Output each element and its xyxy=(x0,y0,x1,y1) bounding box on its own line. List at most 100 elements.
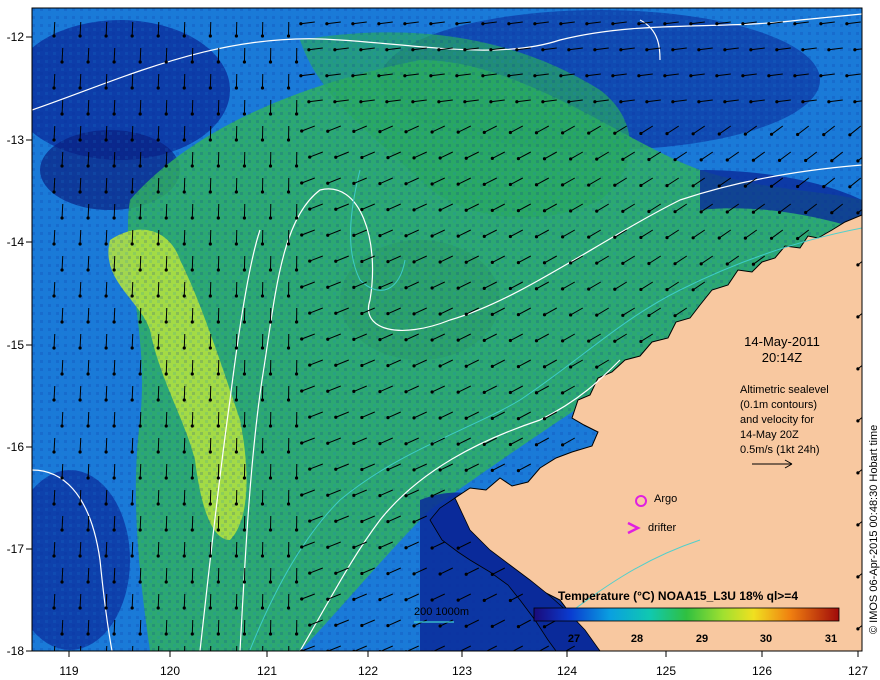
velocity-arrow-head xyxy=(665,184,669,188)
velocity-arrow xyxy=(105,125,108,141)
velocity-arrow-head xyxy=(535,651,538,654)
velocity-arrow xyxy=(113,463,116,479)
velocity-arrow xyxy=(105,177,108,193)
velocity-arrow-head xyxy=(429,74,433,78)
velocity-arrow-head xyxy=(663,74,667,78)
velocity-arrow-head xyxy=(138,580,142,584)
velocity-arrow xyxy=(105,333,108,349)
legend-line: and velocity for xyxy=(740,414,814,426)
velocity-arrow-head xyxy=(671,48,675,52)
velocity-arrow xyxy=(79,177,82,193)
velocity-arrow-head xyxy=(156,86,160,90)
velocity-arrow-head xyxy=(412,208,416,212)
velocity-arrow-head xyxy=(334,207,338,211)
velocity-arrow-head xyxy=(300,337,304,341)
velocity-arrow-head xyxy=(268,320,273,324)
velocity-arrow-head xyxy=(308,623,312,627)
x-tick-label: 123 xyxy=(452,664,472,678)
velocity-arrow-head xyxy=(725,158,729,162)
velocity-arrow xyxy=(165,99,168,115)
velocity-arrow-head xyxy=(404,546,408,550)
velocity-arrow-head xyxy=(308,259,312,263)
velocity-arrow-head xyxy=(130,86,134,90)
velocity-arrow-head xyxy=(516,364,521,369)
velocity-arrow-head xyxy=(260,34,265,38)
velocity-arrow-head xyxy=(490,156,494,161)
velocity-arrow-head xyxy=(260,86,265,90)
velocity-arrow-head xyxy=(216,424,220,428)
velocity-arrow-head xyxy=(569,209,573,213)
velocity-arrow-head xyxy=(104,502,108,506)
velocity-arrow-head xyxy=(86,476,90,480)
velocity-arrow-head xyxy=(699,262,703,266)
velocity-arrow-head xyxy=(560,183,565,187)
velocity-arrow-head xyxy=(352,285,356,290)
x-axis: 119 120 121 122 123 124 125 126 127 xyxy=(59,651,868,678)
velocity-arrow-head xyxy=(208,606,212,610)
velocity-arrow-head xyxy=(234,294,238,298)
velocity-arrow-head xyxy=(182,554,186,558)
velocity-arrow-head xyxy=(796,184,800,189)
velocity-arrow-head xyxy=(403,74,407,78)
velocity-arrow-head xyxy=(639,183,643,188)
y-tick-label: -18 xyxy=(7,644,25,658)
velocity-arrow-head xyxy=(613,339,617,343)
velocity-arrow-head xyxy=(326,129,330,133)
velocity-arrow-head xyxy=(60,528,64,532)
velocity-arrow-head xyxy=(164,632,168,636)
velocity-arrow xyxy=(165,619,168,635)
velocity-arrow-head xyxy=(326,233,330,237)
velocity-arrow-head xyxy=(665,288,669,292)
velocity-arrow xyxy=(105,229,108,245)
velocity-arrow-head xyxy=(78,450,82,454)
velocity-arrow-head xyxy=(508,234,512,239)
velocity-arrow-head xyxy=(52,658,55,661)
velocity-arrow-head xyxy=(534,391,539,395)
velocity-arrow xyxy=(139,515,142,531)
velocity-arrow-head xyxy=(130,606,134,610)
velocity-arrow-head xyxy=(104,346,108,350)
velocity-arrow-head xyxy=(856,575,860,579)
argo-label: Argo xyxy=(654,493,677,505)
velocity-arrow-head xyxy=(294,372,299,376)
velocity-arrow xyxy=(80,645,82,651)
velocity-arrow-head xyxy=(569,365,573,369)
velocity-arrow-head xyxy=(130,190,134,194)
velocity-arrow-head xyxy=(216,632,220,636)
velocity-arrow-head xyxy=(856,315,860,319)
velocity-arrow-head xyxy=(52,86,56,90)
velocity-arrow-head xyxy=(104,34,108,38)
velocity-arrow-head xyxy=(130,346,134,350)
velocity-arrow-head xyxy=(78,502,82,506)
velocity-arrow-head xyxy=(534,183,539,187)
velocity-arrow-head xyxy=(691,288,695,292)
velocity-arrow-head xyxy=(359,48,363,52)
velocity-arrow xyxy=(139,151,142,167)
velocity-arrow-head xyxy=(856,263,860,267)
velocity-arrow-head xyxy=(86,320,90,324)
velocity-arrow-head xyxy=(216,60,220,64)
velocity-arrow-head xyxy=(412,416,416,420)
velocity-arrow-head xyxy=(377,22,381,26)
velocity-arrow-head xyxy=(60,632,64,636)
velocity-arrow-head xyxy=(848,133,852,137)
velocity-arrow xyxy=(183,21,186,37)
velocity-arrow-head xyxy=(438,364,442,368)
velocity-arrow-head xyxy=(481,22,485,26)
velocity-arrow-head xyxy=(386,312,390,316)
legend-line: 14-May 20Z xyxy=(740,429,799,441)
velocity-arrow xyxy=(183,593,186,609)
velocity-arrow-head xyxy=(560,235,565,239)
velocity-arrow-head xyxy=(845,22,849,26)
velocity-arrow xyxy=(79,541,82,557)
velocity-arrow-head xyxy=(793,74,797,78)
velocity-arrow-head xyxy=(777,158,782,162)
velocity-arrow-head xyxy=(156,138,160,142)
velocity-arrow xyxy=(165,255,168,271)
velocity-arrow-head xyxy=(209,658,212,661)
velocity-arrow-head xyxy=(52,190,56,194)
velocity-arrow-head xyxy=(621,209,625,213)
velocity-arrow-head xyxy=(164,528,168,532)
velocity-arrow-head xyxy=(830,211,834,215)
velocity-arrow-head xyxy=(804,210,808,215)
